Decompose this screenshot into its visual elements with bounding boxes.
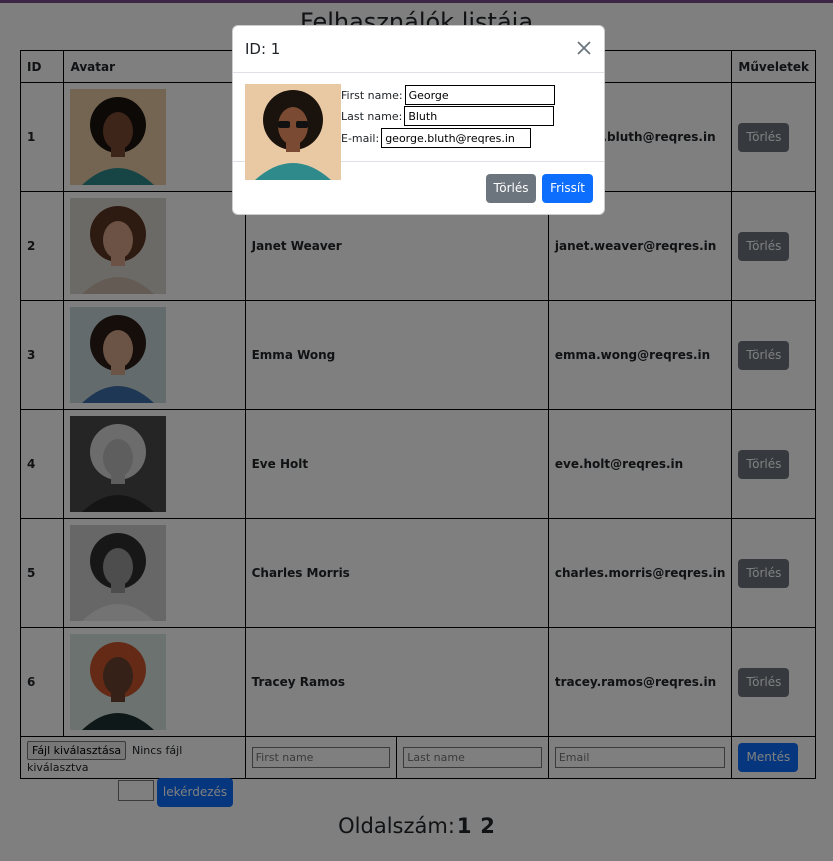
- modal-refresh-button[interactable]: Frissít: [542, 174, 593, 203]
- modal-title: ID: 1: [245, 40, 281, 58]
- edit-user-modal: ID: 1 First name: Last name: E-mail: Tör…: [232, 25, 605, 215]
- modal-email-input[interactable]: [381, 128, 532, 148]
- modal-body: First name: Last name: E-mail:: [233, 73, 604, 180]
- email-label: E-mail:: [341, 131, 380, 145]
- first-name-label: First name:: [341, 88, 403, 102]
- modal-first-name-input[interactable]: [404, 85, 555, 105]
- close-icon[interactable]: [574, 38, 594, 58]
- modal-last-name-input[interactable]: [404, 106, 555, 126]
- last-name-label: Last name:: [341, 109, 403, 123]
- modal-header: ID: 1: [233, 26, 604, 73]
- modal-delete-button[interactable]: Törlés: [486, 174, 536, 203]
- first-name-row: First name:: [341, 85, 555, 105]
- email-row: E-mail:: [341, 128, 532, 148]
- last-name-row: Last name:: [341, 106, 555, 126]
- modal-avatar: [245, 84, 341, 180]
